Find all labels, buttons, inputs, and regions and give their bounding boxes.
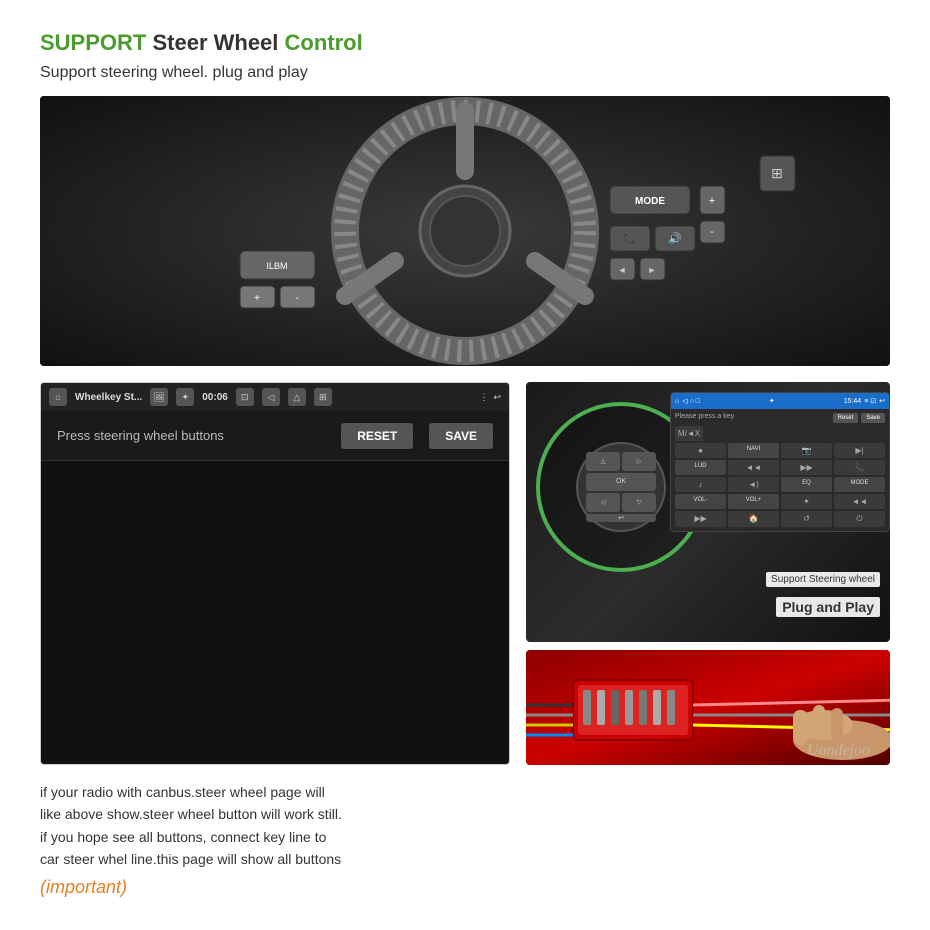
sw-btn-left: ◁ (586, 493, 620, 512)
sw-btn-up: △ (586, 452, 620, 471)
android-display-area (41, 461, 509, 661)
svg-text:MODE: MODE (635, 196, 665, 207)
support-steering-label: Support Steering wheel (766, 572, 880, 587)
desc-line4: car steer whel line.this page will show … (40, 851, 341, 867)
mini-back: ↩ (879, 397, 885, 405)
mini-time: 15:44 (844, 398, 862, 405)
mini-content-area: Please press a key Reset Save M/◄X ● NAV… (671, 409, 889, 531)
mini-button-row: Please press a key Reset Save (675, 413, 885, 423)
mini-nav: ◁ ○ □ (682, 397, 700, 405)
right-panel: △ ▷ OK ◁ ▽ ↩ ⌂ ◁ ○ □ ✦ (526, 382, 890, 765)
home-icon: ⌂ (49, 388, 67, 406)
mini-icons: ≡ ⊡ (864, 397, 876, 405)
header-title: SUPPORT Steer Wheel Control (40, 30, 890, 56)
desc-line2: like above show.steer wheel button will … (40, 806, 342, 822)
screen-icon: ⊞ (314, 388, 332, 406)
mini-press-label: Please press a key (675, 413, 830, 423)
back-icon: ↩ (493, 392, 501, 403)
mini-key-power: ⏻ (834, 511, 885, 527)
mini-home: ⌂ (675, 398, 679, 405)
svg-text:-: - (710, 226, 714, 238)
svg-text:📞: 📞 (623, 231, 637, 245)
svg-text:+: + (254, 293, 260, 304)
mini-key-play: ▶| (834, 443, 885, 458)
volume-icon: ◁ (262, 388, 280, 406)
mini-key-lud: LUD (675, 460, 726, 475)
sw-btn-right: ▷ (622, 452, 656, 471)
svg-text:⊞: ⊞ (771, 165, 783, 181)
mini-key-rew: ◄◄ (728, 460, 779, 475)
mini-key-rotate: ↺ (781, 511, 832, 527)
subtitle: Support steering wheel. plug and play (40, 64, 890, 82)
android-content-area: Press steering wheel buttons RESET SAVE (41, 411, 509, 461)
mini-key-back2: ◄) (728, 477, 779, 492)
mini-android-ui: ⌂ ◁ ○ □ ✦ 15:44 ≡ ⊡ ↩ Please press a key… (670, 392, 890, 532)
svg-text:ILBM: ILBM (266, 261, 287, 271)
reset-button[interactable]: RESET (341, 423, 413, 449)
mini-key-rew2: ◄◄ (834, 494, 885, 509)
desc-line3: if you hope see all buttons, connect key… (40, 829, 326, 845)
svg-text:+: + (709, 195, 715, 207)
mini-key-eq: EQ (781, 477, 832, 492)
mini-key-dot: ● (675, 443, 726, 458)
sw-btn-down: ▽ (622, 493, 656, 512)
mini-key-volplus: VOL+ (728, 494, 779, 509)
description-section: if your radio with canbus.steer wheel pa… (40, 781, 342, 898)
mini-key-home: 🏠 (728, 511, 779, 527)
title-steer: Steer Wheel (146, 30, 284, 55)
mini-key-music: ♪ (675, 477, 726, 492)
mini-key-mute: M/◄X (675, 426, 703, 441)
composite-image: △ ▷ OK ◁ ▽ ↩ ⌂ ◁ ○ □ ✦ (526, 382, 890, 642)
android-status-bar: ⌂ Wheelkey St... 🖼 ✦ 00:06 ⊡ ◁ △ ⊞ ⋮ ↩ (41, 383, 509, 411)
steering-wheel-image: ILBM + - MODE + - 📞 🔊 ◄ (40, 96, 890, 366)
mini-reset-btn: Reset (833, 413, 859, 423)
wiring-image: Uondejoo (526, 650, 890, 765)
svg-text:►: ► (648, 265, 657, 275)
description-text: if your radio with canbus.steer wheel pa… (40, 781, 342, 871)
mini-status-bar: ⌂ ◁ ○ □ ✦ 15:44 ≡ ⊡ ↩ (671, 393, 889, 409)
triangle-icon: △ (288, 388, 306, 406)
mini-key-navi: NAVI (728, 443, 779, 458)
bluetooth-icon: ✦ (176, 388, 194, 406)
mini-key-fwd2: ▶▶ (675, 511, 726, 527)
mini-key-volminus: VOL- (675, 494, 726, 509)
title-control: Control (285, 30, 363, 55)
svg-text:-: - (295, 293, 298, 304)
wifi-icon: ⊡ (236, 388, 254, 406)
mini-key-fwd: ▶▶ (781, 460, 832, 475)
app-title: Wheelkey St... (75, 392, 142, 403)
image-icon: 🖼 (150, 388, 168, 406)
desc-line1: if your radio with canbus.steer wheel pa… (40, 784, 325, 800)
sw-btn-back: ↩ (586, 514, 656, 522)
svg-text:🔊: 🔊 (668, 231, 682, 245)
mini-save-btn: Save (861, 413, 885, 423)
important-label: (important) (40, 877, 342, 898)
plug-play-label: Plug and Play (776, 597, 880, 617)
mini-key-bt: ✦ (781, 494, 832, 509)
mini-special-row: M/◄X (675, 426, 885, 441)
mini-key-cam: 📷 (781, 443, 832, 458)
mini-key-phone: 📞 (834, 460, 885, 475)
mini-bt: ✦ (703, 397, 841, 405)
mini-key-grid: ● NAVI 📷 ▶| LUD ◄◄ ▶▶ 📞 ♪ ◄) EQ MODE (675, 443, 885, 527)
press-label: Press steering wheel buttons (57, 428, 224, 443)
svg-text:◄: ◄ (618, 265, 627, 275)
bottom-section: if your radio with canbus.steer wheel pa… (40, 781, 890, 898)
android-ui-panel: ⌂ Wheelkey St... 🖼 ✦ 00:06 ⊡ ◁ △ ⊞ ⋮ ↩ P… (40, 382, 510, 765)
menu-icon: ⋮ (479, 392, 488, 403)
time-display: 00:06 (202, 392, 228, 403)
sw-btn-ok: OK (586, 473, 656, 492)
save-button[interactable]: SAVE (429, 423, 493, 449)
mini-key-mode: MODE (834, 477, 885, 492)
title-support: SUPPORT (40, 30, 146, 55)
watermark: Uondejoo (807, 742, 870, 760)
